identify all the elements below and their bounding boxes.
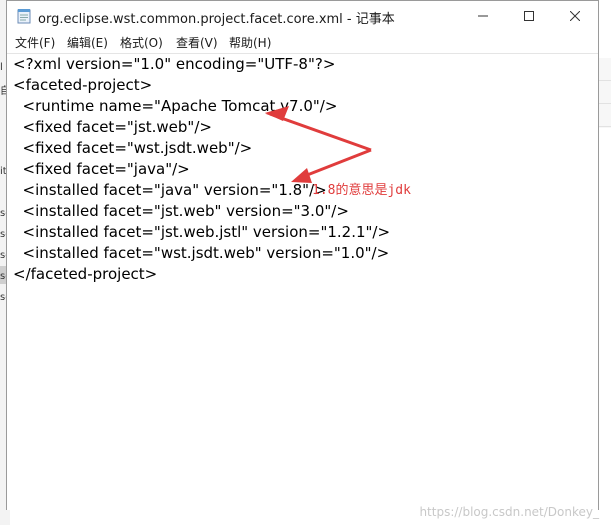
menu-edit[interactable]: 编辑(E) bbox=[67, 34, 108, 51]
minimize-icon bbox=[478, 15, 488, 17]
title-bar[interactable]: org.eclipse.wst.common.project.facet.cor… bbox=[7, 1, 598, 31]
editor-line: <installed facet="wst.jsdt.web" version=… bbox=[13, 244, 390, 262]
editor-line: <fixed facet="java"/> bbox=[13, 160, 190, 178]
background-fragment: l bbox=[0, 62, 3, 73]
minimize-button[interactable] bbox=[460, 1, 506, 31]
text-editor[interactable]: <?xml version="1.0" encoding="UTF-8"?> <… bbox=[7, 53, 598, 510]
watermark: https://blog.csdn.net/Donkey_ bbox=[419, 505, 599, 519]
editor-line: <installed facet="java" version="1.8"/> bbox=[13, 181, 327, 199]
editor-line: <installed facet="jst.web" version="3.0"… bbox=[13, 202, 349, 220]
arrow-line-runtime bbox=[269, 112, 372, 152]
background-window-edge bbox=[598, 58, 611, 128]
menu-format[interactable]: 格式(O) bbox=[120, 34, 163, 51]
menu-view[interactable]: 查看(V) bbox=[176, 34, 218, 51]
notepad-window: org.eclipse.wst.common.project.facet.cor… bbox=[6, 0, 599, 510]
editor-line: <?xml version="1.0" encoding="UTF-8"?> bbox=[13, 55, 336, 73]
maximize-icon bbox=[524, 11, 534, 21]
editor-line: <faceted-project> bbox=[13, 76, 153, 94]
maximize-button[interactable] bbox=[506, 1, 552, 31]
editor-line: <installed facet="jst.web.jstl" version=… bbox=[13, 223, 391, 241]
annotation-note: 1.8的意思是jdk bbox=[312, 183, 411, 198]
editor-line: </faceted-project> bbox=[13, 265, 158, 283]
editor-line: <fixed facet="wst.jsdt.web"/> bbox=[13, 139, 253, 157]
close-button[interactable] bbox=[552, 1, 598, 31]
menu-help[interactable]: 帮助(H) bbox=[229, 34, 271, 51]
arrow-line-version bbox=[296, 148, 372, 181]
close-icon bbox=[570, 11, 580, 21]
editor-line: <fixed facet="jst.web"/> bbox=[13, 118, 212, 136]
menu-file[interactable]: 文件(F) bbox=[15, 34, 55, 51]
menu-bar: 文件(F) 编辑(E) 格式(O) 查看(V) 帮助(H) bbox=[7, 31, 598, 53]
window-title: org.eclipse.wst.common.project.facet.cor… bbox=[38, 12, 395, 27]
editor-line: <runtime name="Apache Tomcat v7.0"/> bbox=[13, 97, 338, 115]
notepad-icon bbox=[17, 8, 31, 24]
